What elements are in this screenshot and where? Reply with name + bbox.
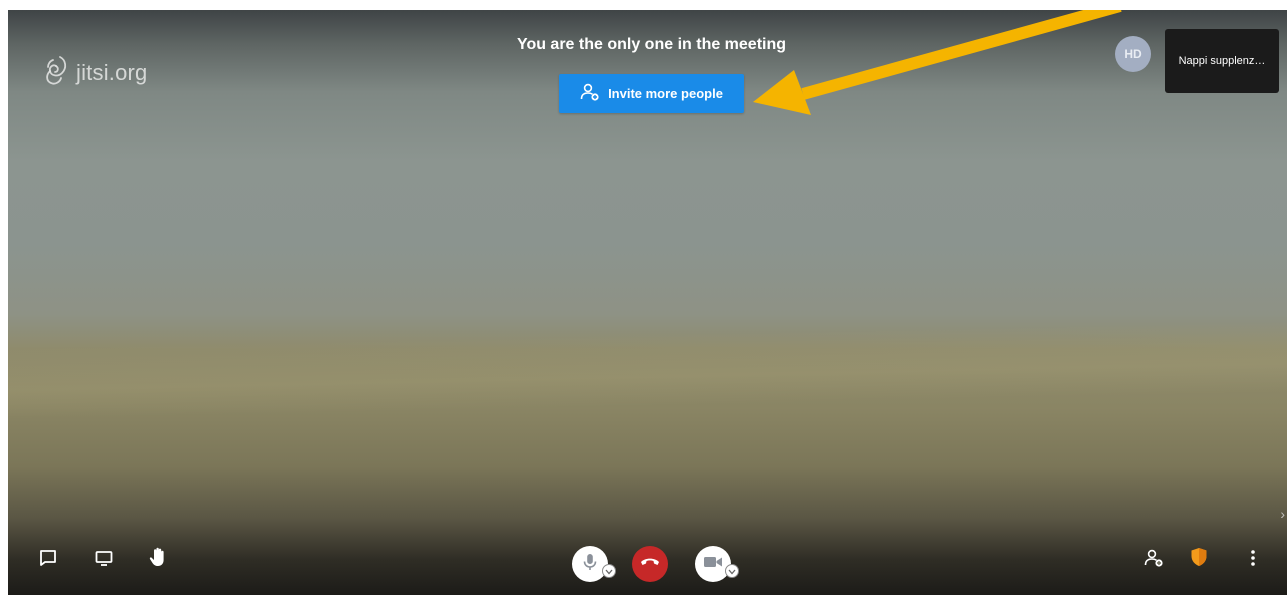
camera-button[interactable] bbox=[695, 546, 731, 582]
alone-notice: You are the only one in the meeting bbox=[516, 36, 787, 53]
screen-share-button[interactable] bbox=[90, 546, 118, 574]
participant-avatar[interactable]: HD bbox=[1115, 36, 1151, 72]
local-video-thumbnail[interactable]: Nappi supplenz… bbox=[1165, 29, 1279, 93]
logo-text: jitsi.org bbox=[76, 59, 148, 85]
thumbnail-display-name: Nappi supplenz… bbox=[1178, 55, 1266, 67]
more-options-icon bbox=[1250, 549, 1256, 572]
microphone-button[interactable] bbox=[572, 546, 608, 582]
meeting-video-stage: jitsi.org You are the only one in the me… bbox=[8, 10, 1287, 595]
chevron-down-icon bbox=[728, 562, 736, 580]
chat-icon bbox=[38, 548, 58, 573]
security-options-button[interactable] bbox=[1185, 545, 1213, 573]
raise-hand-button[interactable] bbox=[144, 545, 172, 573]
jitsi-logo[interactable]: jitsi.org bbox=[42, 54, 148, 91]
screen-share-icon bbox=[94, 548, 114, 573]
hangup-icon bbox=[640, 555, 660, 573]
security-shield-icon bbox=[1190, 547, 1208, 572]
microphone-icon bbox=[581, 552, 599, 577]
invite-more-people-button[interactable]: Invite more people bbox=[559, 74, 744, 113]
jitsi-logo-icon bbox=[42, 54, 70, 91]
invite-people-button[interactable] bbox=[1140, 546, 1168, 574]
invite-people-icon bbox=[1144, 548, 1164, 573]
more-options-button[interactable] bbox=[1239, 546, 1267, 574]
invite-button-label: Invite more people bbox=[608, 86, 723, 101]
chat-button[interactable] bbox=[34, 546, 62, 574]
video-options-button[interactable] bbox=[725, 564, 739, 578]
add-person-icon bbox=[580, 83, 600, 104]
chevron-right-icon[interactable]: › bbox=[1280, 506, 1285, 522]
chevron-down-icon bbox=[605, 562, 613, 580]
camera-icon bbox=[703, 555, 723, 574]
hangup-button[interactable] bbox=[632, 546, 668, 582]
audio-options-button[interactable] bbox=[602, 564, 616, 578]
raise-hand-icon bbox=[148, 546, 168, 573]
